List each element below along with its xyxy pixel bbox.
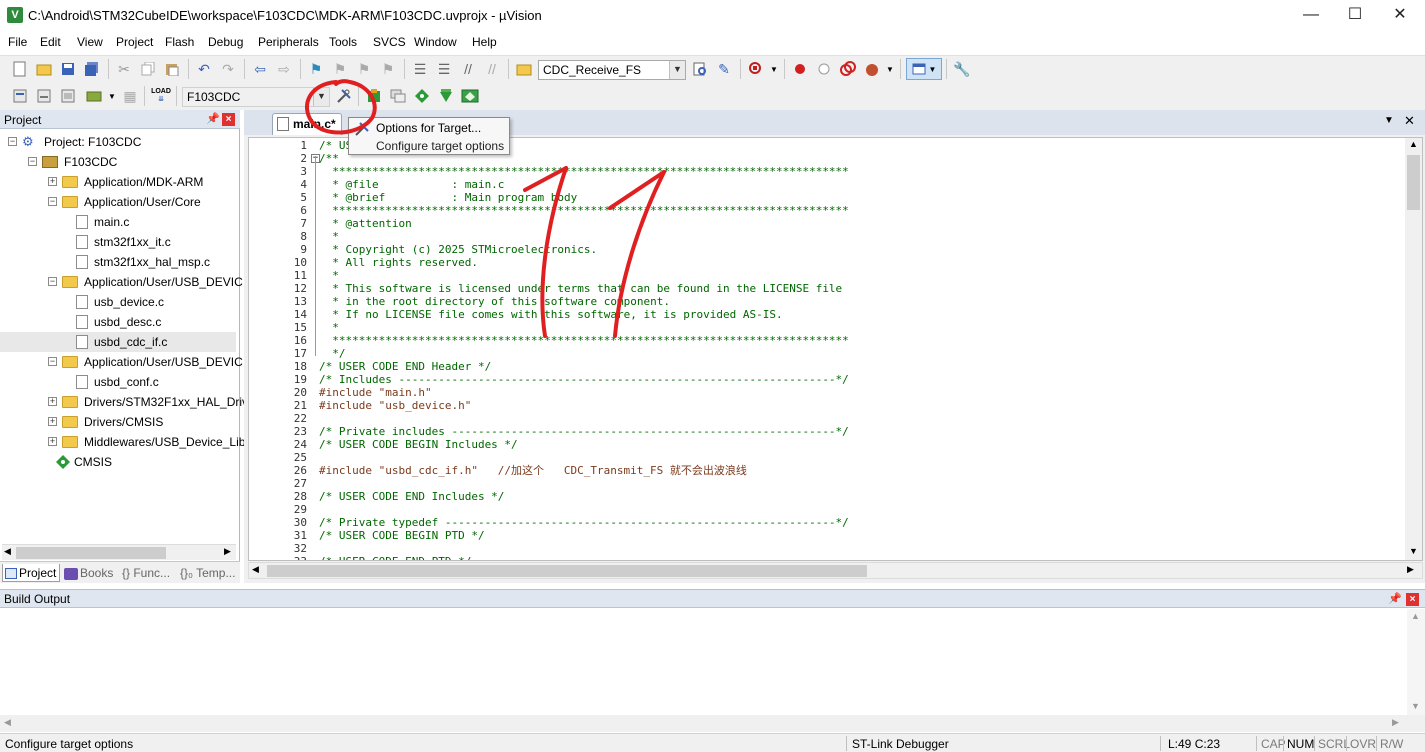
close-panel-icon[interactable]: × bbox=[1406, 593, 1419, 606]
scroll-left-icon[interactable]: ◀ bbox=[4, 717, 11, 728]
scroll-up-icon[interactable]: ▲ bbox=[1411, 611, 1420, 621]
status-debugger: ST-Link Debugger bbox=[852, 737, 949, 751]
status-cursor-position: L:49 C:23 bbox=[1168, 737, 1221, 751]
build-output-header: Build Output 📌 × bbox=[0, 590, 1425, 608]
build-horizontal-scrollbar[interactable]: ◀ ▶ bbox=[0, 715, 1425, 732]
build-output-text[interactable] bbox=[0, 609, 1407, 715]
status-bar: Configure target options ST-Link Debugge… bbox=[0, 733, 1425, 752]
build-output-title: Build Output bbox=[4, 592, 71, 606]
scroll-right-icon[interactable]: ▶ bbox=[1392, 717, 1399, 728]
arrow-annotation bbox=[540, 166, 568, 338]
status-read-write: R/W bbox=[1380, 737, 1404, 751]
status-message: Configure target options bbox=[5, 737, 134, 751]
scroll-down-icon[interactable]: ▼ bbox=[1411, 701, 1420, 711]
circle-annotation bbox=[305, 79, 377, 135]
arrow-annotation bbox=[613, 170, 666, 338]
build-vertical-scrollbar[interactable]: ▲ ▼ bbox=[1407, 609, 1425, 715]
pin-icon[interactable]: 📌 bbox=[1388, 592, 1402, 605]
status-caps: CAP bbox=[1261, 737, 1286, 751]
status-overwrite: OVR bbox=[1350, 737, 1377, 751]
build-output-panel: Build Output 📌 × ▲ ▼ ◀ ▶ bbox=[0, 589, 1425, 733]
status-num: NUM bbox=[1287, 737, 1315, 751]
